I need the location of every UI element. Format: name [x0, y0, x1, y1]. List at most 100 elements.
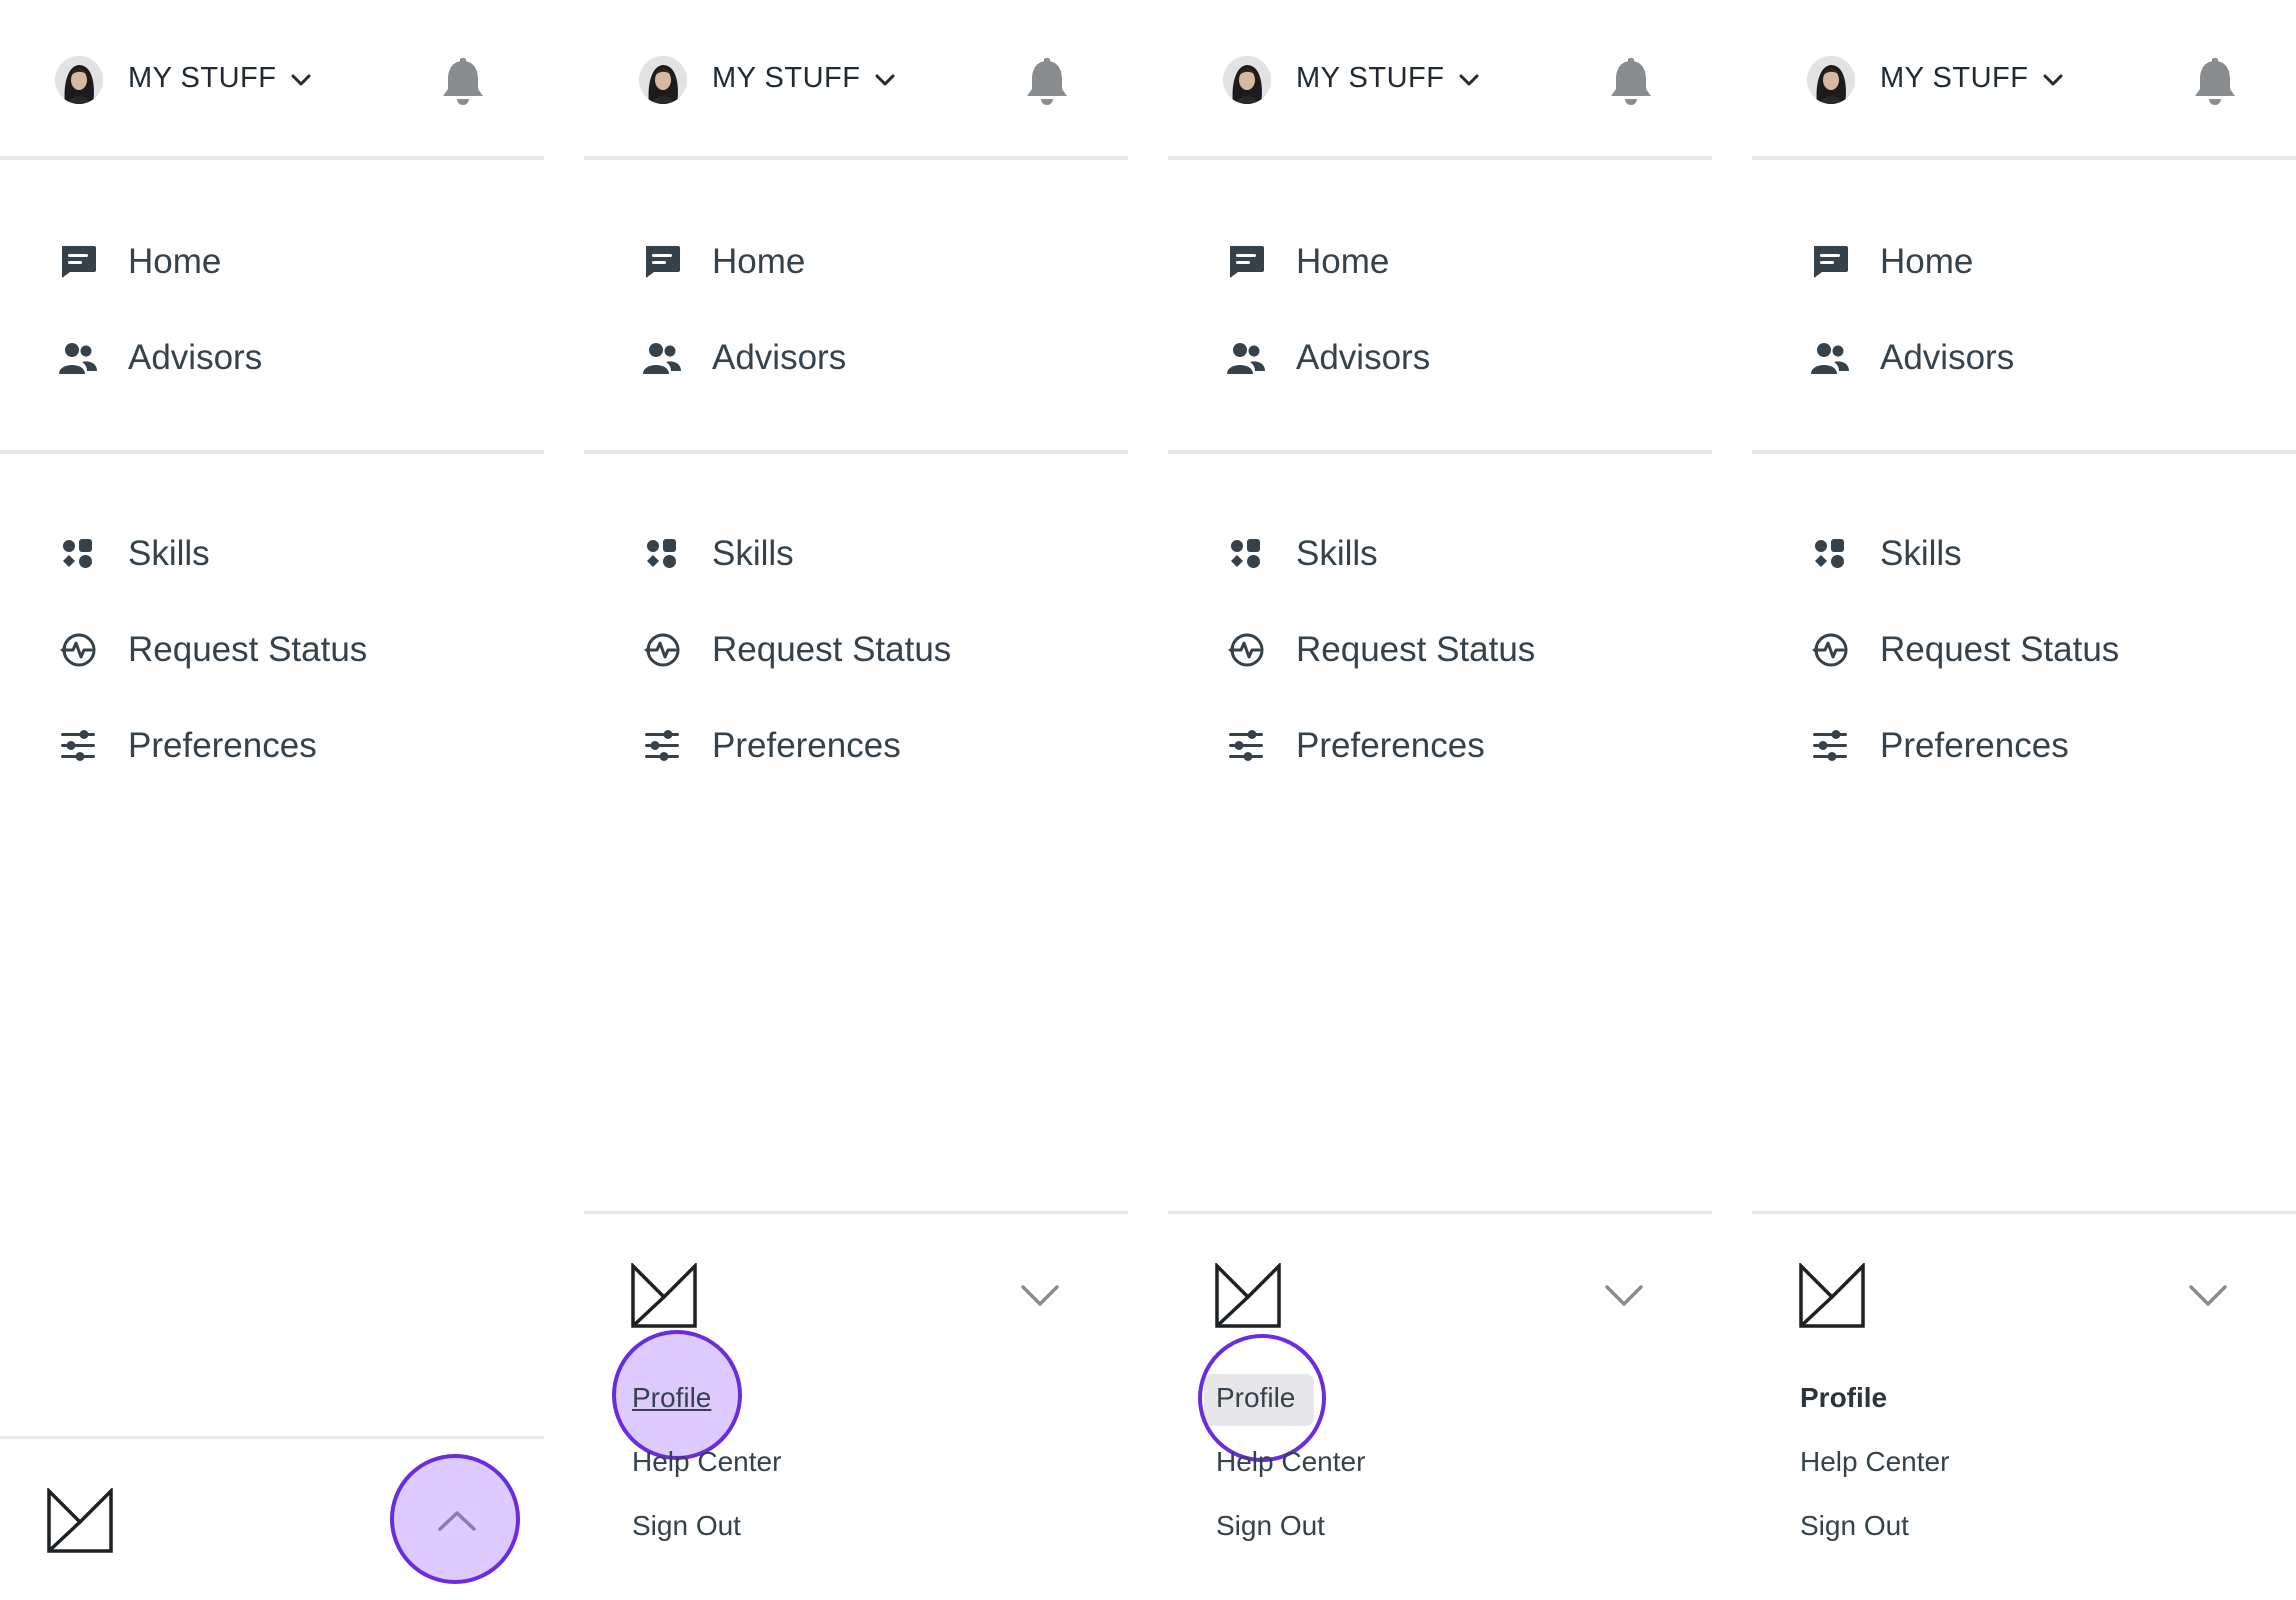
help-center-link[interactable]: Help Center	[1216, 1446, 1365, 1478]
brand-logo	[630, 1263, 698, 1329]
nav-item-preferences[interactable]: Preferences	[1752, 714, 2296, 774]
bell-icon[interactable]	[1024, 58, 1070, 106]
sliders-icon	[58, 728, 98, 764]
nav-item-label: Skills	[1880, 534, 1962, 573]
header: MY STUFF	[1752, 0, 2296, 160]
avatar[interactable]	[639, 56, 687, 104]
help-center-link[interactable]: Help Center	[632, 1446, 781, 1478]
apps-icon	[642, 536, 682, 572]
nav-item-request-status[interactable]: Request Status	[1752, 618, 2296, 678]
chevron-down-icon[interactable]	[874, 70, 896, 90]
nav-item-label: Preferences	[1296, 726, 1485, 765]
nav-item-home[interactable]: Home	[1168, 230, 1712, 290]
people-icon	[1226, 340, 1266, 376]
sign-out-link[interactable]: Sign Out	[1800, 1510, 1909, 1542]
nav-item-home[interactable]: Home	[1752, 230, 2296, 290]
expand-menu-button[interactable]	[390, 1454, 520, 1584]
people-icon	[58, 340, 98, 376]
footer-divider	[584, 1211, 1128, 1214]
nav-item-request-status[interactable]: Request Status	[1168, 618, 1712, 678]
chevron-down-icon[interactable]	[1020, 1283, 1060, 1309]
nav-item-skills[interactable]: Skills	[1752, 522, 2296, 582]
bell-icon[interactable]	[2192, 58, 2238, 106]
divider	[1168, 450, 1712, 454]
apps-icon	[1810, 536, 1850, 572]
nav-item-label: Home	[1296, 242, 1390, 281]
divider	[584, 450, 1128, 454]
my-stuff-menu[interactable]: MY STUFF	[1880, 62, 2028, 95]
nav-item-label: Skills	[128, 534, 210, 573]
chevron-down-icon[interactable]	[1604, 1283, 1644, 1309]
footer-divider	[1168, 1211, 1712, 1214]
chevron-down-icon[interactable]	[2188, 1283, 2228, 1309]
nav-item-request-status[interactable]: Request Status	[584, 618, 1128, 678]
brand-logo	[46, 1488, 114, 1554]
nav-item-advisors[interactable]: Advisors	[1752, 326, 2296, 386]
activity-icon	[1226, 632, 1266, 668]
panel-expanded-hover: MY STUFF Home Advisors Skills Request St…	[584, 0, 1128, 1600]
nav-item-label: Request Status	[1880, 630, 2120, 669]
people-icon	[642, 340, 682, 376]
chevron-up-icon	[438, 1511, 476, 1531]
nav-item-preferences[interactable]: Preferences	[0, 714, 544, 774]
profile-link[interactable]: Profile	[1216, 1382, 1295, 1414]
message-icon	[642, 244, 682, 280]
divider	[0, 450, 544, 454]
bell-icon[interactable]	[440, 58, 486, 106]
footer-divider	[1752, 1211, 2296, 1214]
panel-collapsed: MY STUFF Home Advisors Skills Request St…	[0, 0, 544, 1600]
people-icon	[1810, 340, 1850, 376]
nav-item-label: Preferences	[1880, 726, 2069, 765]
nav-item-label: Preferences	[128, 726, 317, 765]
header: MY STUFF	[1168, 0, 1712, 160]
nav-item-skills[interactable]: Skills	[584, 522, 1128, 582]
divider	[1752, 450, 2296, 454]
footer-divider	[0, 1436, 544, 1439]
header: MY STUFF	[584, 0, 1128, 160]
nav-item-label: Request Status	[1296, 630, 1536, 669]
profile-link[interactable]: Profile	[1800, 1382, 1887, 1414]
my-stuff-menu[interactable]: MY STUFF	[128, 62, 276, 95]
nav-item-label: Home	[712, 242, 806, 281]
header: MY STUFF	[0, 0, 544, 160]
nav-item-label: Request Status	[712, 630, 952, 669]
brand-logo	[1214, 1263, 1282, 1329]
avatar[interactable]	[1223, 56, 1271, 104]
chevron-down-icon[interactable]	[1458, 70, 1480, 90]
message-icon	[1810, 244, 1850, 280]
sign-out-link[interactable]: Sign Out	[632, 1510, 741, 1542]
bell-icon[interactable]	[1608, 58, 1654, 106]
nav-item-request-status[interactable]: Request Status	[0, 618, 544, 678]
nav-item-label: Advisors	[128, 338, 263, 377]
nav-item-label: Advisors	[712, 338, 847, 377]
nav-item-advisors[interactable]: Advisors	[0, 326, 544, 386]
my-stuff-menu[interactable]: MY STUFF	[1296, 62, 1444, 95]
panel-expanded-pressed: MY STUFF Home Advisors Skills Request St…	[1168, 0, 1712, 1600]
nav-item-home[interactable]: Home	[0, 230, 544, 290]
nav-item-preferences[interactable]: Preferences	[1168, 714, 1712, 774]
sign-out-link[interactable]: Sign Out	[1216, 1510, 1325, 1542]
brand-logo	[1798, 1263, 1866, 1329]
chevron-down-icon[interactable]	[290, 70, 312, 90]
nav-item-label: Home	[128, 242, 222, 281]
nav-item-skills[interactable]: Skills	[0, 522, 544, 582]
nav-item-advisors[interactable]: Advisors	[1168, 326, 1712, 386]
help-center-link[interactable]: Help Center	[1800, 1446, 1949, 1478]
avatar[interactable]	[55, 56, 103, 104]
nav-item-label: Request Status	[128, 630, 368, 669]
avatar[interactable]	[1807, 56, 1855, 104]
nav-item-skills[interactable]: Skills	[1168, 522, 1712, 582]
sliders-icon	[1226, 728, 1266, 764]
activity-icon	[58, 632, 98, 668]
nav-item-label: Advisors	[1296, 338, 1431, 377]
my-stuff-menu[interactable]: MY STUFF	[712, 62, 860, 95]
message-icon	[1226, 244, 1266, 280]
nav-item-home[interactable]: Home	[584, 230, 1128, 290]
profile-link[interactable]: Profile	[632, 1382, 711, 1414]
nav-item-label: Preferences	[712, 726, 901, 765]
activity-icon	[642, 632, 682, 668]
nav-item-label: Skills	[712, 534, 794, 573]
nav-item-advisors[interactable]: Advisors	[584, 326, 1128, 386]
chevron-down-icon[interactable]	[2042, 70, 2064, 90]
nav-item-preferences[interactable]: Preferences	[584, 714, 1128, 774]
